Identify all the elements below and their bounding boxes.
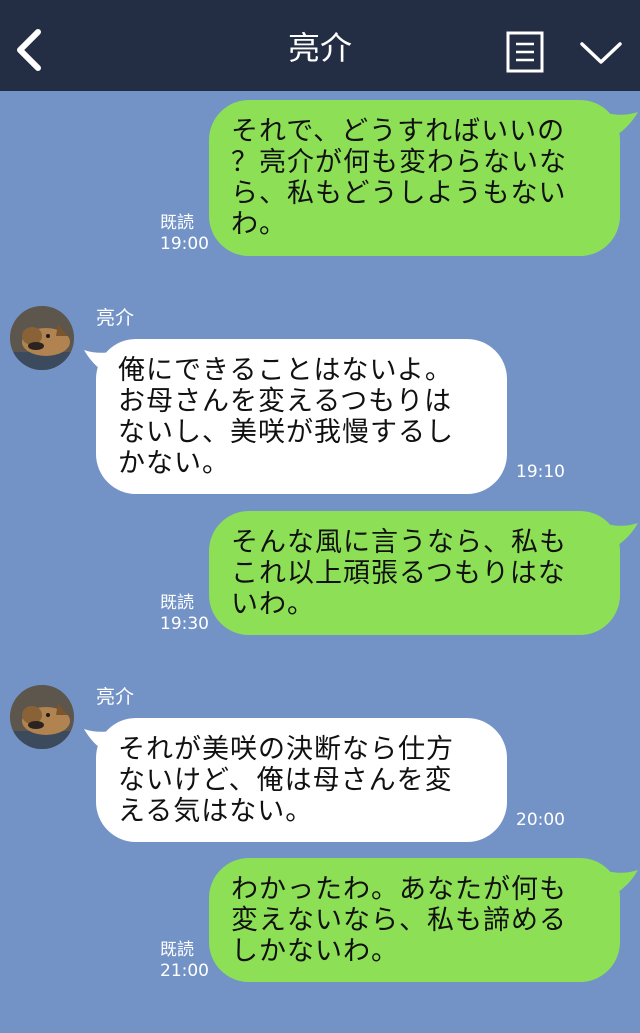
menu-button[interactable] <box>506 31 544 73</box>
avatar[interactable] <box>10 306 74 370</box>
message-line: いわ。 <box>231 589 315 620</box>
message-outgoing: 既読 21:00 わかったわ。あなたが何も 変えないなら、私も諦める しかないわ… <box>0 858 640 984</box>
chat-header: 亮介 <box>0 0 640 91</box>
read-receipt: 既読 19:00 <box>160 213 209 255</box>
message-bubble[interactable]: 俺にできることはないよ。 お母さんを変えるつもりは ないし、美咲が我慢するし か… <box>96 339 507 494</box>
read-label: 既読 <box>160 940 194 960</box>
message-time: 19:00 <box>160 234 209 254</box>
document-menu-icon <box>506 31 544 73</box>
sender-name: 亮介 <box>96 307 135 329</box>
message-line: これ以上頑張るつもりはな <box>231 558 566 589</box>
message-time: 21:00 <box>160 961 209 981</box>
message-line: かない。 <box>118 448 230 479</box>
message-outgoing: 既読 19:00 それで、どうすればいいの ？亮介が何も変わらないな ら、私もど… <box>0 100 640 260</box>
chat-title: 亮介 <box>287 29 352 67</box>
expand-button[interactable] <box>578 38 624 68</box>
message-bubble[interactable]: そんな風に言うなら、私も これ以上頑張るつもりはな いわ。 <box>209 511 620 635</box>
message-line: それで、どうすればいいの <box>231 116 566 147</box>
message-line: ないし、美咲が我慢するし <box>118 417 454 448</box>
read-label: 既読 <box>160 213 194 233</box>
message-line: える気はない。 <box>118 796 314 827</box>
message-incoming: 亮介 俺にできることはないよ。 お母さんを変えるつもりは ないし、美咲が我慢する… <box>0 304 640 498</box>
message-line: ら、私もどうしようもない <box>231 178 567 209</box>
message-incoming: 亮介 それが美咲の決断なら仕方 ないけど、俺は母さんを変 える気はない。 20:… <box>0 683 640 845</box>
message-line: 変えないなら、私も諦める <box>231 905 567 936</box>
message-outgoing: 既読 19:30 そんな風に言うなら、私も これ以上頑張るつもりはな いわ。 <box>0 511 640 637</box>
read-receipt: 既読 19:30 <box>160 593 209 635</box>
message-time: 20:00 <box>516 810 565 830</box>
message-time: 19:30 <box>160 614 209 634</box>
dog-photo-icon <box>10 685 74 749</box>
message-line: 俺にできることはないよ。 <box>118 355 453 386</box>
avatar[interactable] <box>10 685 74 749</box>
dog-photo-icon <box>10 306 74 370</box>
message-line: ないけど、俺は母さんを変 <box>118 765 453 796</box>
message-line: しかないわ。 <box>231 936 399 967</box>
read-label: 既読 <box>160 593 194 613</box>
message-time: 19:10 <box>516 462 565 482</box>
read-receipt: 既読 21:00 <box>160 940 209 982</box>
message-line: ？亮介が何も変わらないな <box>231 147 567 178</box>
message-line: わ。 <box>231 209 287 240</box>
message-line: それが美咲の決断なら仕方 <box>118 734 454 765</box>
message-bubble[interactable]: わかったわ。あなたが何も 変えないなら、私も諦める しかないわ。 <box>209 858 620 982</box>
message-line: お母さんを変えるつもりは <box>118 386 453 417</box>
message-line: わかったわ。あなたが何も <box>231 874 567 905</box>
chevron-down-icon <box>580 42 622 64</box>
message-bubble[interactable]: それが美咲の決断なら仕方 ないけど、俺は母さんを変 える気はない。 <box>96 718 507 842</box>
message-bubble[interactable]: それで、どうすればいいの ？亮介が何も変わらないな ら、私もどうしようもない わ… <box>209 100 620 256</box>
message-line: そんな風に言うなら、私も <box>231 527 567 558</box>
sender-name: 亮介 <box>96 686 135 708</box>
